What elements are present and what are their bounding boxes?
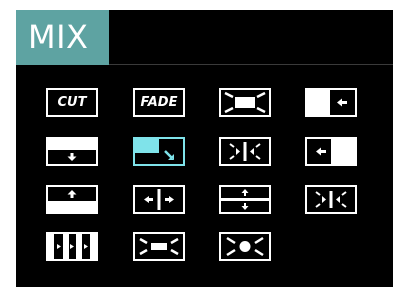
wipe-up-button[interactable] xyxy=(46,185,98,214)
split-in-icon xyxy=(229,142,261,161)
wipe-left-button[interactable] xyxy=(305,137,357,166)
fade-button[interactable]: FADE xyxy=(133,88,185,117)
wipe-left-icon xyxy=(316,139,355,164)
corner-wipe-icon xyxy=(135,139,174,160)
split-in-button[interactable] xyxy=(219,137,271,166)
corner-wipe-button[interactable] xyxy=(133,137,185,166)
barn-door-vertical-icon xyxy=(221,189,269,210)
bars-right-button[interactable] xyxy=(46,232,98,261)
wipe-down-button[interactable] xyxy=(46,137,98,166)
circle-out-icon xyxy=(226,236,264,257)
wipe-up-icon xyxy=(48,190,96,212)
mix-tab[interactable]: MIX xyxy=(16,10,109,65)
header-bar: MIX xyxy=(16,10,393,65)
cut-label: CUT xyxy=(57,95,87,110)
bars-right-icon xyxy=(48,234,96,259)
box-out-icon xyxy=(139,237,179,256)
circle-out-button[interactable] xyxy=(219,232,271,261)
barn-door-vertical-button[interactable] xyxy=(219,185,271,214)
wipe-down-icon xyxy=(48,139,96,161)
barn-door-horizontal-button[interactable] xyxy=(133,185,185,214)
corner-arrows-out-icon xyxy=(224,91,266,114)
wipe-right-icon xyxy=(307,90,347,115)
iris-out-corners-button[interactable] xyxy=(219,88,271,117)
fade-label: FADE xyxy=(140,95,178,110)
barn-door-horizontal-icon xyxy=(144,189,174,210)
box-out-button[interactable] xyxy=(133,232,185,261)
split-diagonal-button[interactable] xyxy=(305,185,357,214)
wipe-right-button[interactable] xyxy=(305,88,357,117)
split-diagonal-icon xyxy=(315,191,347,208)
mix-panel: MIX CUT FADE xyxy=(16,10,393,287)
cut-button[interactable]: CUT xyxy=(46,88,98,117)
